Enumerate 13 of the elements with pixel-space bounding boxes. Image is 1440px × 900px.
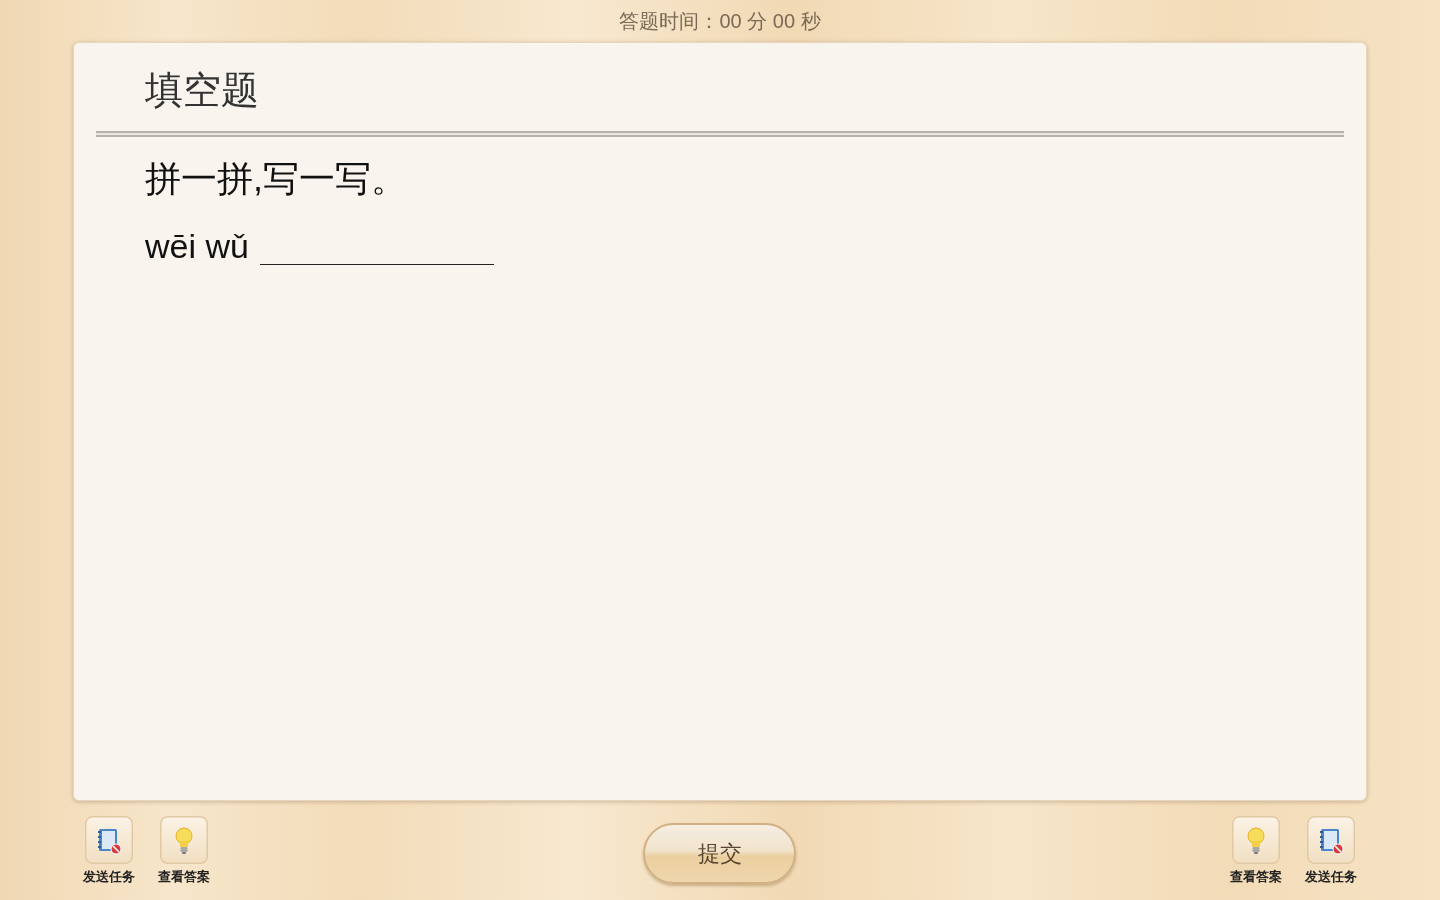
lightbulb-icon [1232,816,1280,864]
pinyin-text: wēi wǔ [145,226,249,267]
notebook-icon [1307,816,1355,864]
send-task-button[interactable]: 发送任务 [1302,816,1360,885]
lightbulb-icon [160,816,208,864]
send-task-button[interactable]: 发送任务 [80,816,138,885]
view-answer-button[interactable]: 查看答案 [1227,816,1285,885]
submit-button[interactable]: 提交 [643,823,797,884]
answer-timer: 答题时间：00 分 00 秒 [619,9,821,33]
question-prompt: 拼一拼,写一写。 [145,157,407,201]
question-type-title: 填空题 [145,69,259,111]
notebook-icon [85,816,133,864]
view-answer-button[interactable]: 查看答案 [155,816,213,885]
